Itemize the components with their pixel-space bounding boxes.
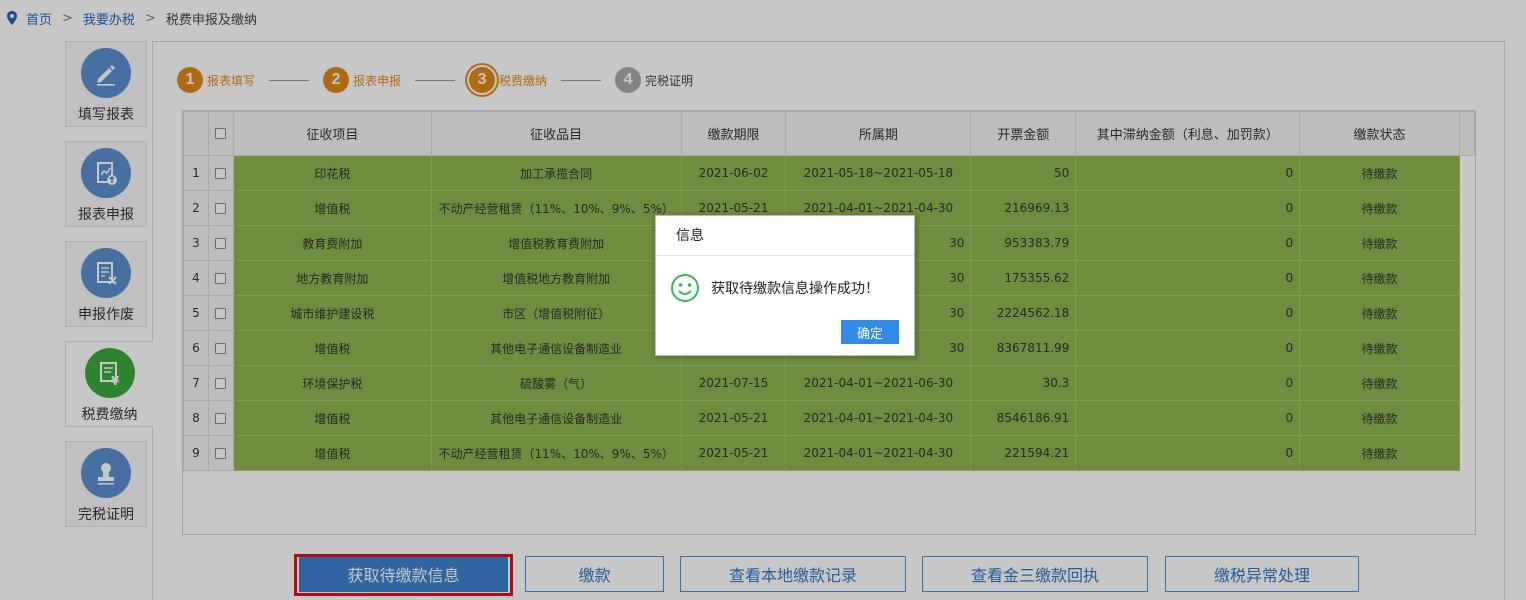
dialog-title: 信息 <box>656 216 914 256</box>
dialog-message: 获取待缴款信息操作成功！ <box>711 281 879 297</box>
dialog-ok-button[interactable]: 确定 <box>841 320 899 344</box>
smile-icon <box>671 274 699 302</box>
info-dialog: 信息 获取待缴款信息操作成功！ 确定 <box>655 215 915 356</box>
dialog-body: 获取待缴款信息操作成功！ <box>656 256 914 303</box>
